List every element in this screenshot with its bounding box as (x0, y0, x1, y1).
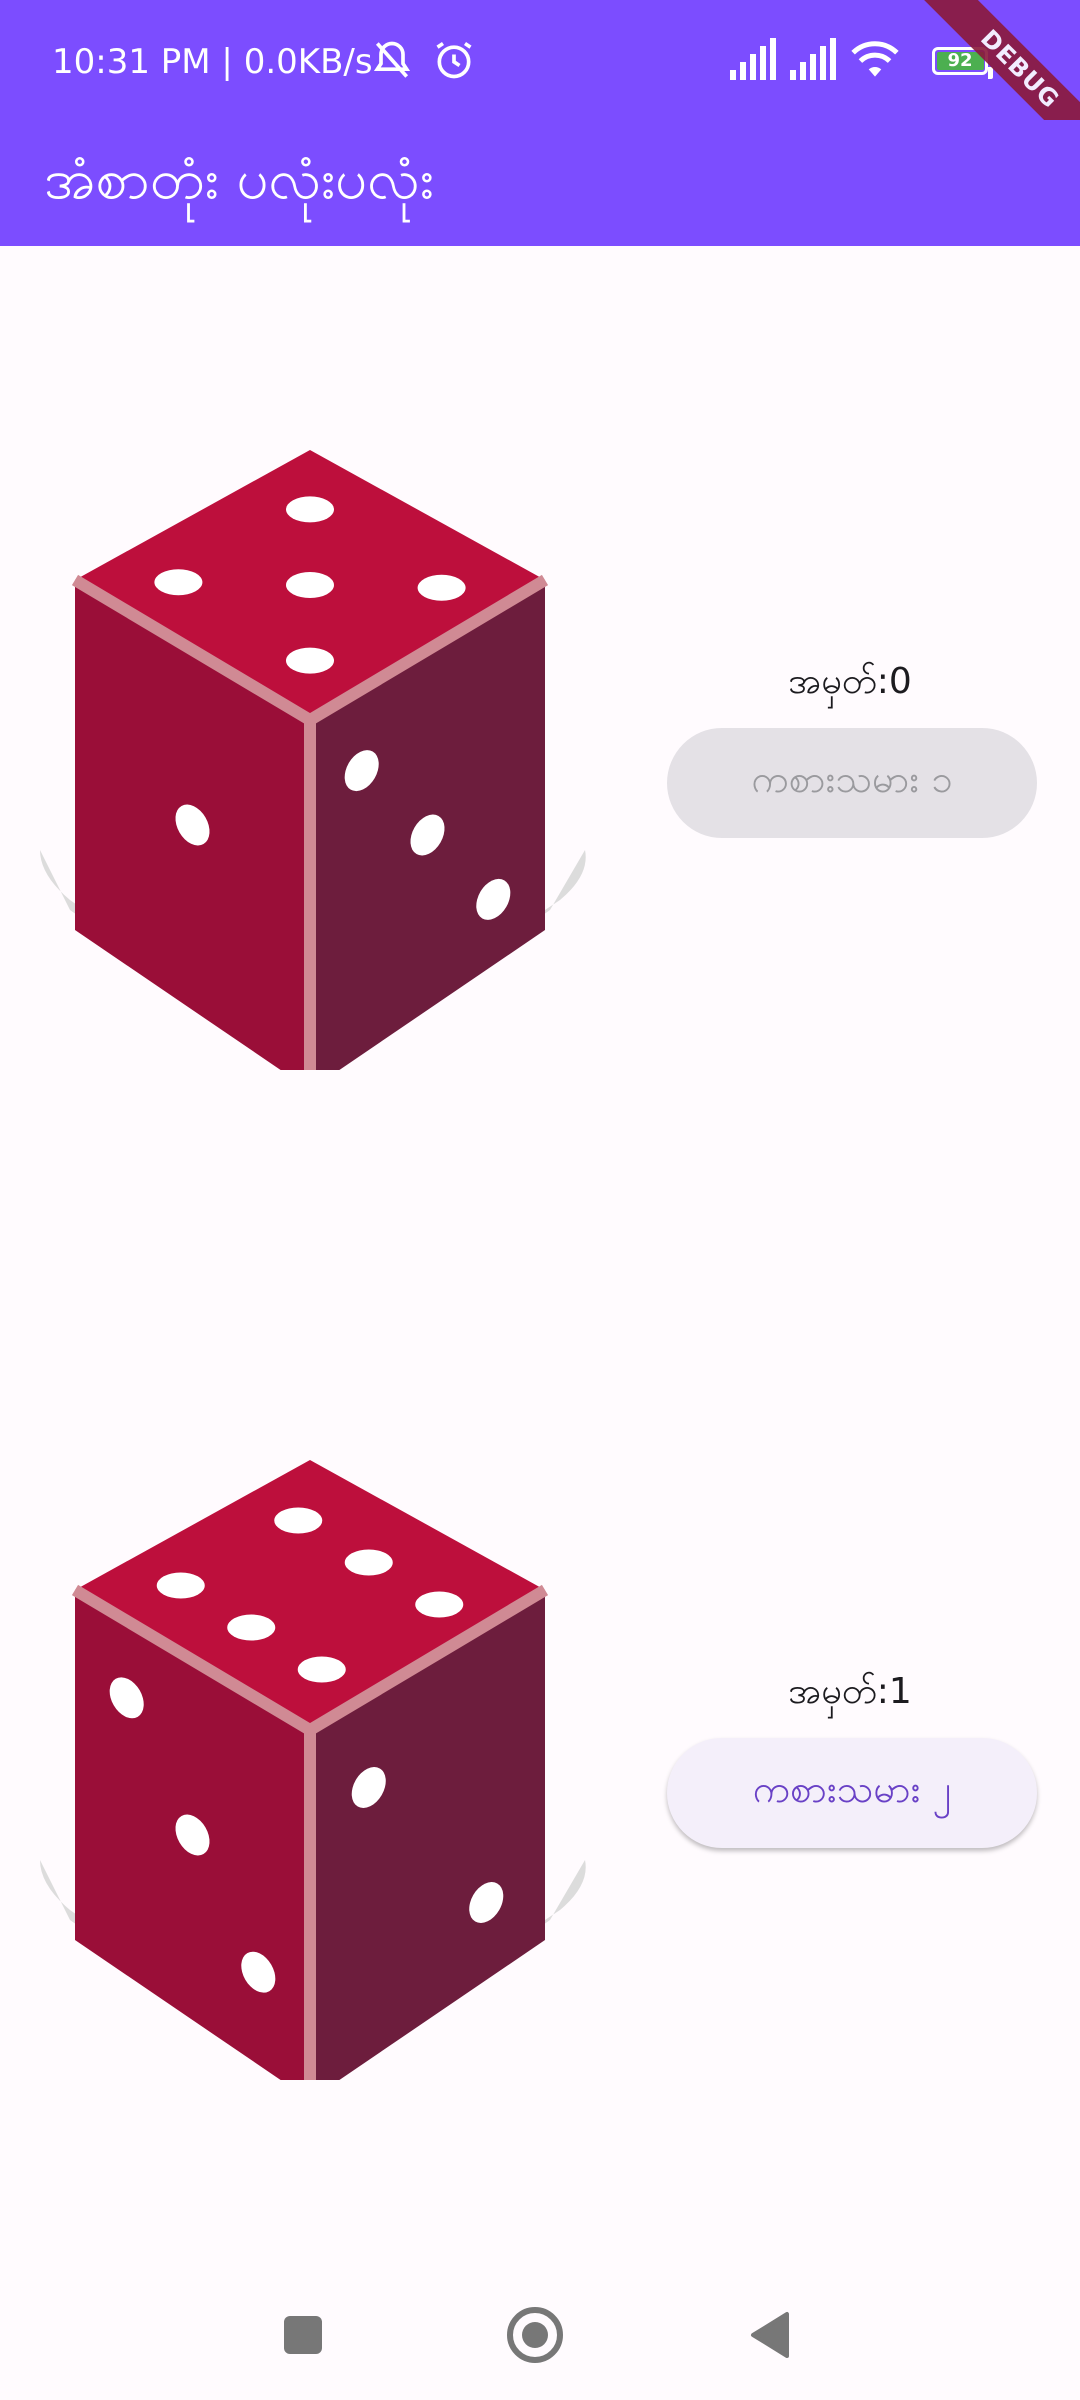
die-pip (227, 1614, 276, 1641)
signal-icon (730, 38, 776, 80)
die-pip (297, 1656, 346, 1683)
player-2-roll-button[interactable]: ကစားသမား ၂ (667, 1738, 1037, 1848)
status-time: 10:31 PM | 0.0KB/s (52, 42, 373, 82)
die-pip (344, 1549, 393, 1576)
die-pip (286, 647, 334, 674)
player-1-score: အမှတ်:0 (788, 661, 912, 702)
die-pip (274, 1507, 323, 1534)
player-2-die (40, 1460, 586, 2080)
silent-icon (373, 41, 411, 78)
navigation-bar (0, 2270, 1080, 2400)
die-pip (154, 569, 203, 596)
die-pip (286, 572, 334, 598)
die-pip (156, 1572, 205, 1599)
status-bar: 10:31 PM | 0.0KB/s 92 DEBUG (0, 0, 1080, 175)
recents-square-icon[interactable] (268, 2300, 338, 2370)
wifi-icon (851, 41, 899, 77)
signal-icon (790, 38, 836, 80)
status-right-icons: 92 (728, 38, 993, 86)
player-2-row: အမှတ်:1 ကစားသမား ၂ (0, 1440, 1080, 2080)
alarm-icon (436, 41, 472, 79)
player-1-roll-button[interactable]: ကစားသမား ၁ (667, 728, 1037, 838)
app-title: အံစာတုံး ပလုံးပလုံး (44, 147, 434, 212)
player-1-row: အမှတ်:0 ကစားသမား ၁ (0, 430, 1080, 1070)
die-pip (415, 1591, 464, 1618)
back-triangle-icon[interactable] (735, 2300, 805, 2370)
die-pip (286, 496, 334, 523)
player-1-die (40, 450, 586, 1070)
app-root: 10:31 PM | 0.0KB/s 92 DEBUG အံစာတုံး ပလု… (0, 0, 1080, 2400)
player-2-score: အမှတ်:1 (788, 1671, 912, 1712)
home-circle-icon[interactable] (500, 2300, 570, 2370)
app-bar: အံစာတုံး ပလုံးပလုံး (0, 120, 1080, 246)
die-pip (417, 574, 466, 601)
